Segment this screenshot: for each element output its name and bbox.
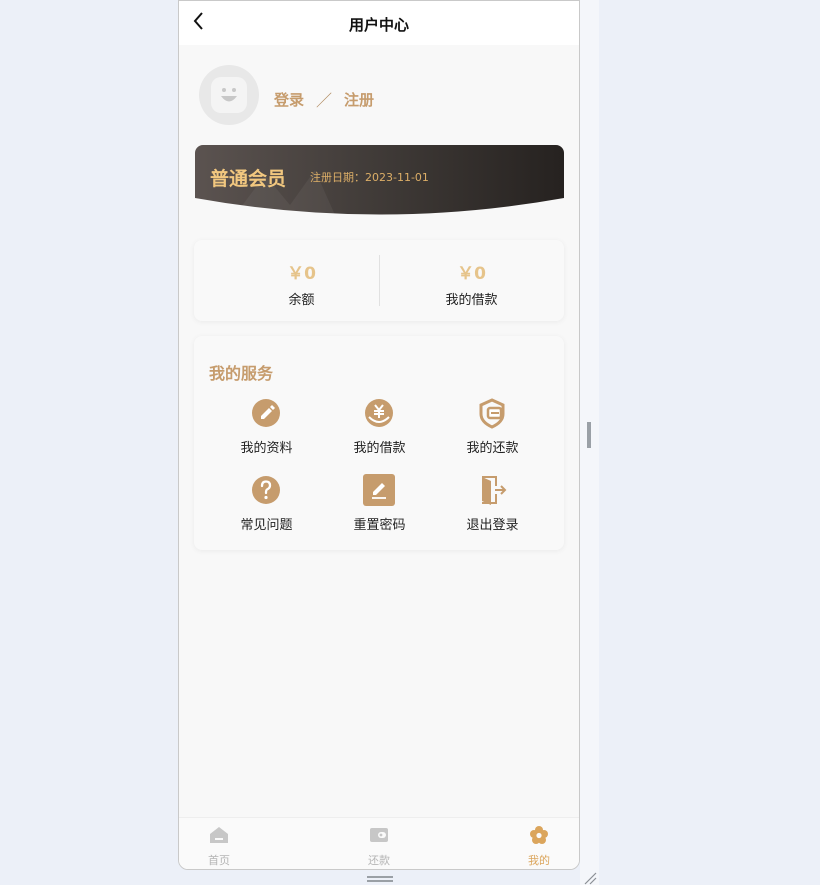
avatar-face-icon <box>211 77 247 113</box>
register-link[interactable]: 注册 <box>344 89 374 110</box>
login-link[interactable]: 登录 <box>274 89 304 110</box>
app-header: 用户中心 <box>179 1 579 45</box>
pencil-square-icon <box>363 474 395 506</box>
loan-stat[interactable]: ￥0 我的借款 <box>379 240 564 321</box>
wallet-icon <box>370 828 388 842</box>
service-my-loan[interactable]: 我的借款 <box>323 397 436 461</box>
services-title: 我的服务 <box>209 364 274 383</box>
service-label: 我的还款 <box>466 441 519 456</box>
edit-profile-icon <box>252 399 280 427</box>
tab-bar: 首页 还款 我的 <box>179 817 579 869</box>
service-my-profile[interactable]: 我的资料 <box>210 397 323 461</box>
service-label: 我的资料 <box>240 441 293 456</box>
avatar[interactable] <box>199 65 259 125</box>
tab-repayment[interactable]: 还款 <box>339 818 419 869</box>
balance-amount: ￥0 <box>287 264 316 284</box>
service-label: 我的借款 <box>353 441 406 456</box>
service-reset-password[interactable]: 重置密码 <box>323 474 436 538</box>
phone-frame: 用户中心 登录 ／ 注册 普通会员 注册日期：2023-11-01 ￥0 余额 … <box>178 0 580 870</box>
service-faq[interactable]: 常见问题 <box>210 474 323 538</box>
service-label: 重置密码 <box>353 518 406 533</box>
balance-card: ￥0 余额 ￥0 我的借款 <box>194 240 564 321</box>
loan-label: 我的借款 <box>445 293 498 308</box>
service-label: 退出登录 <box>466 518 519 533</box>
loan-amount: ￥0 <box>457 264 486 284</box>
member-level: 普通会员 <box>210 168 287 190</box>
question-icon <box>252 476 280 504</box>
tab-mine[interactable]: 我的 <box>499 818 579 869</box>
tab-home[interactable]: 首页 <box>179 818 259 869</box>
service-logout[interactable]: 退出登录 <box>436 474 549 538</box>
register-date: 注册日期：2023-11-01 <box>310 171 429 184</box>
resize-grip-icon[interactable] <box>583 871 597 885</box>
auth-separator: ／ <box>316 91 333 110</box>
service-my-repayment[interactable]: 我的还款 <box>436 397 549 461</box>
splitter-handle[interactable] <box>587 422 591 448</box>
exit-door-icon <box>482 476 507 505</box>
services-card: 我的服务 我的资料 我的借款 我的还款 常见问题 重置密码 退出登录 <box>194 336 564 550</box>
balance-stat[interactable]: ￥0 余额 <box>209 240 394 321</box>
tab-label: 首页 <box>208 854 230 867</box>
balance-label: 余额 <box>288 293 315 308</box>
home-icon <box>210 827 228 843</box>
tab-label: 还款 <box>368 854 390 867</box>
flower-profile-icon <box>530 826 548 844</box>
bottom-drag-handle[interactable] <box>367 876 393 882</box>
page-title: 用户中心 <box>348 16 409 34</box>
auth-links: 登录 ／ 注册 <box>274 87 374 111</box>
service-label: 常见问题 <box>240 518 293 533</box>
member-card: 普通会员 注册日期：2023-11-01 <box>195 145 564 215</box>
yuan-loan-icon <box>365 399 393 427</box>
tab-label: 我的 <box>528 854 550 867</box>
wallet-shield-icon <box>479 398 505 429</box>
